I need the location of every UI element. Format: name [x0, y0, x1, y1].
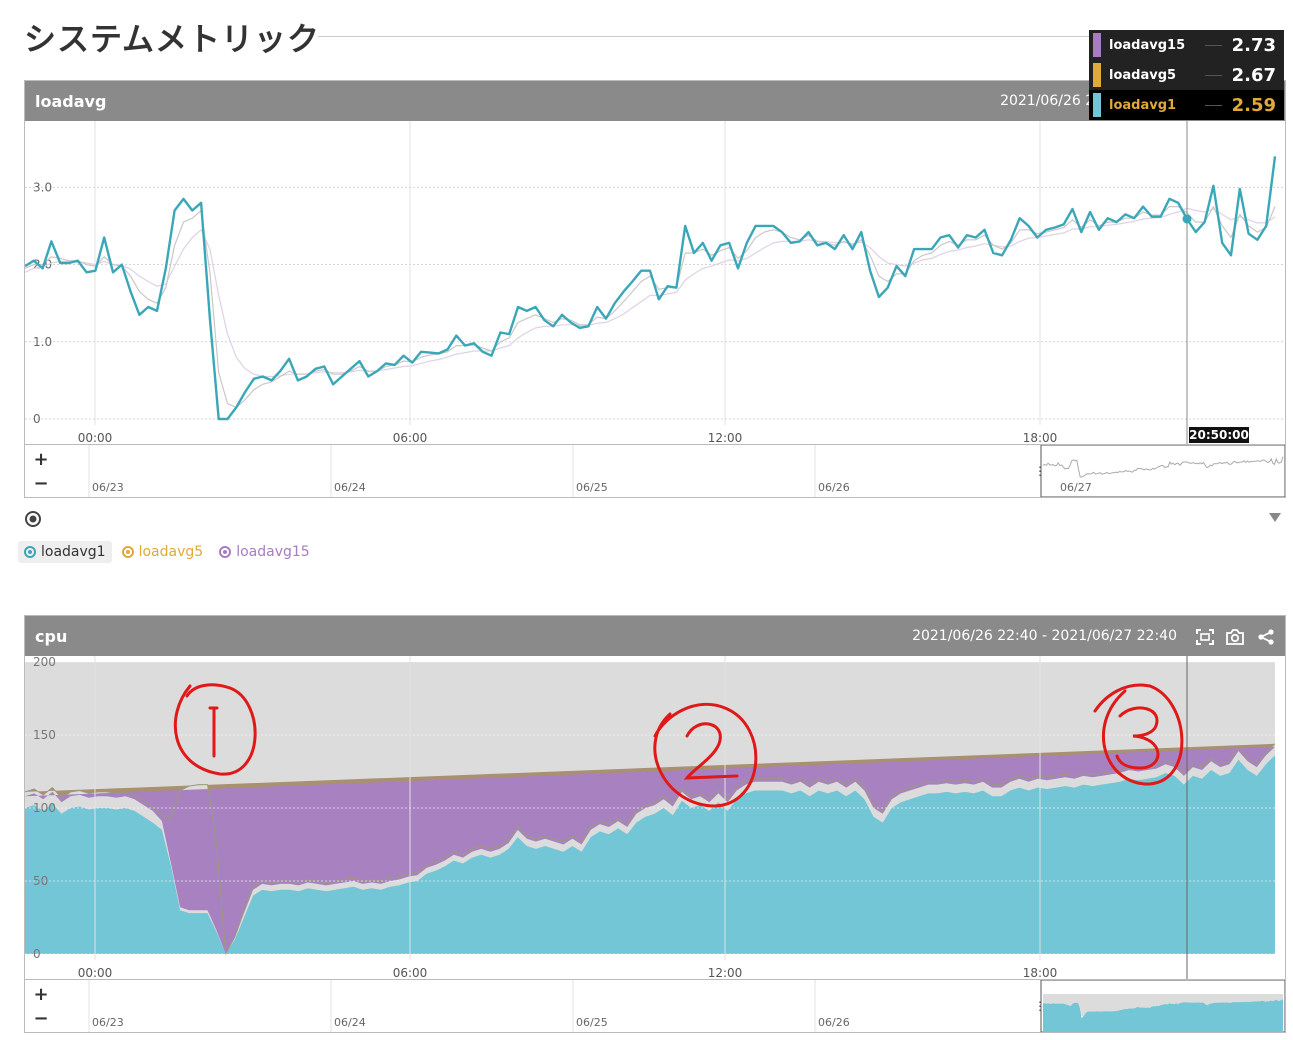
series-swatch	[1093, 33, 1101, 57]
series-swatch	[1093, 63, 1101, 87]
nav-handle-icon: ⋮	[1034, 464, 1046, 478]
legend-dot-icon	[24, 546, 36, 558]
x-tick-label: 12:00	[708, 966, 743, 980]
camera-icon[interactable]	[1225, 628, 1245, 646]
fit-screen-icon[interactable]	[1195, 628, 1215, 646]
tooltip-value: 2.67	[1231, 64, 1276, 86]
series-line-loadavg5	[24, 205, 1276, 408]
x-tick-label: 00:00	[78, 431, 113, 445]
cpu-panel-header: cpu 2021/06/26 22:40 - 2021/06/27 22:40	[25, 616, 1285, 656]
tooltip-series-name: loadavg1	[1109, 97, 1177, 113]
tooltip-row: loadavg15 2.73	[1089, 30, 1284, 60]
nav-date-label: 06/26	[818, 1016, 850, 1029]
series-swatch	[1093, 93, 1101, 117]
triangle-down-icon[interactable]	[1268, 511, 1282, 523]
nav-date-label: 06/25	[576, 481, 608, 494]
cpu-navigator[interactable]: + − 06/2306/2406/2506/2606/27⋮⋮06/27	[24, 979, 1286, 1033]
y-tick-label: 0	[33, 412, 41, 426]
nav-date-label: 06/27	[1060, 481, 1092, 494]
x-tick-label: 06:00	[393, 431, 428, 445]
nav-date-label: 06/24	[334, 481, 366, 494]
cpu-chart[interactable]: 0 50 100 150 200 00:00 06:00 12:00 18:00	[24, 655, 1285, 980]
time-range: 2021/06/26 22:40 - 2021/06/27 22:40	[912, 628, 1177, 644]
hover-point	[1182, 214, 1192, 224]
x-tick-label: 18:00	[1023, 431, 1058, 445]
page-title: システムメトリック	[24, 20, 321, 58]
tooltip-value: 2.59	[1231, 94, 1276, 116]
legend-dot-icon	[121, 546, 134, 558]
tooltip-row-highlighted: loadavg1 2.59	[1089, 90, 1284, 120]
x-tick-label: 18:00	[1023, 966, 1058, 980]
series-line-loadavg1	[24, 156, 1277, 421]
navigator-timeline[interactable]: 06/2306/2406/2506/2606/27⋮⋮06/27	[25, 445, 1285, 497]
loadavg-panel: loadavg 2021/06/26 22:40 - 2021/06/27 22…	[24, 80, 1286, 446]
tooltip-row: loadavg5 2.67	[1089, 60, 1284, 90]
tooltip-leader-line	[1205, 104, 1222, 106]
loadavg-chart[interactable]: 01.02.03.000:00 06:00 12:00 18:00 20:50:00	[24, 121, 1285, 445]
nav-date-label: 06/25	[576, 1016, 608, 1029]
nav-date-label: 06/26	[818, 481, 850, 494]
cursor-time-label: 20:50:00	[1189, 428, 1249, 442]
legend-label: loadavg1	[41, 544, 106, 560]
tooltip-series-name: loadavg5	[1109, 67, 1177, 83]
nav-date-label: 06/24	[334, 1016, 366, 1029]
y-tick-label: 50	[33, 874, 48, 888]
legend-label: loadavg15	[236, 544, 310, 560]
hover-tooltip: loadavg15 2.73 loadavg5 2.67 loadavg1 2.…	[1089, 30, 1284, 120]
x-tick-label: 12:00	[708, 431, 743, 445]
y-tick-label: 1.0	[33, 335, 52, 349]
legend-label: loadavg5	[138, 544, 204, 560]
legend-dot-icon	[219, 546, 232, 558]
legend-item-loadavg5[interactable]: loadavg5	[116, 541, 210, 563]
loadavg-navigator[interactable]: + − 06/2306/2406/2506/2606/27⋮⋮06/27	[24, 444, 1286, 498]
radio-target-icon[interactable]	[24, 510, 42, 528]
legend-item-loadavg15[interactable]: loadavg15	[213, 541, 316, 563]
y-tick-label: 100	[33, 801, 56, 815]
series-legend: loadavg1 loadavg5 loadavg15	[18, 538, 316, 566]
share-icon[interactable]	[1257, 628, 1275, 646]
cpu-panel: cpu 2021/06/26 22:40 - 2021/06/27 22:40 …	[24, 615, 1286, 981]
tooltip-series-name: loadavg15	[1109, 37, 1186, 53]
panel-title: cpu	[35, 627, 68, 646]
nav-date-label: 06/23	[92, 1016, 124, 1029]
nav-date-label: 06/23	[92, 481, 124, 494]
panel-title: loadavg	[35, 92, 107, 111]
tooltip-value: 2.73	[1231, 34, 1276, 56]
tooltip-leader-line	[1205, 44, 1222, 46]
navigator-timeline[interactable]: 06/2306/2406/2506/2606/27⋮⋮06/27	[25, 980, 1285, 1032]
legend-item-loadavg1[interactable]: loadavg1	[18, 541, 112, 563]
y-tick-label: 200	[33, 656, 56, 669]
y-tick-label: 3.0	[33, 180, 52, 194]
y-tick-label: 0	[33, 947, 41, 961]
title-divider	[318, 36, 1098, 37]
tooltip-leader-line	[1205, 74, 1222, 76]
x-tick-label: 06:00	[393, 966, 428, 980]
y-tick-label: 150	[33, 728, 56, 742]
x-tick-label: 00:00	[78, 966, 113, 980]
